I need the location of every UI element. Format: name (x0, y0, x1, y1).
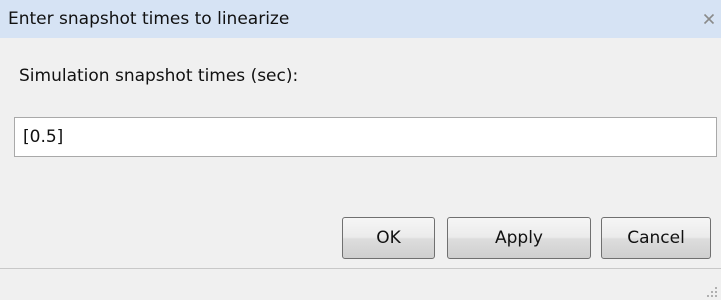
dialog-title: Enter snapshot times to linearize (8, 9, 290, 29)
cancel-button[interactable]: Cancel (601, 217, 711, 259)
title-bar[interactable]: Enter snapshot times to linearize (0, 0, 721, 38)
footer-separator (0, 268, 721, 269)
snapshot-times-label: Simulation snapshot times (sec): (19, 66, 299, 86)
ok-button[interactable]: OK (342, 217, 435, 259)
snapshot-times-dialog: Enter snapshot times to linearize Simula… (0, 0, 721, 300)
resize-grip-icon[interactable] (704, 283, 718, 297)
close-icon (703, 13, 715, 25)
apply-button[interactable]: Apply (447, 217, 591, 259)
snapshot-times-input[interactable] (14, 117, 717, 157)
close-button[interactable] (697, 0, 721, 38)
